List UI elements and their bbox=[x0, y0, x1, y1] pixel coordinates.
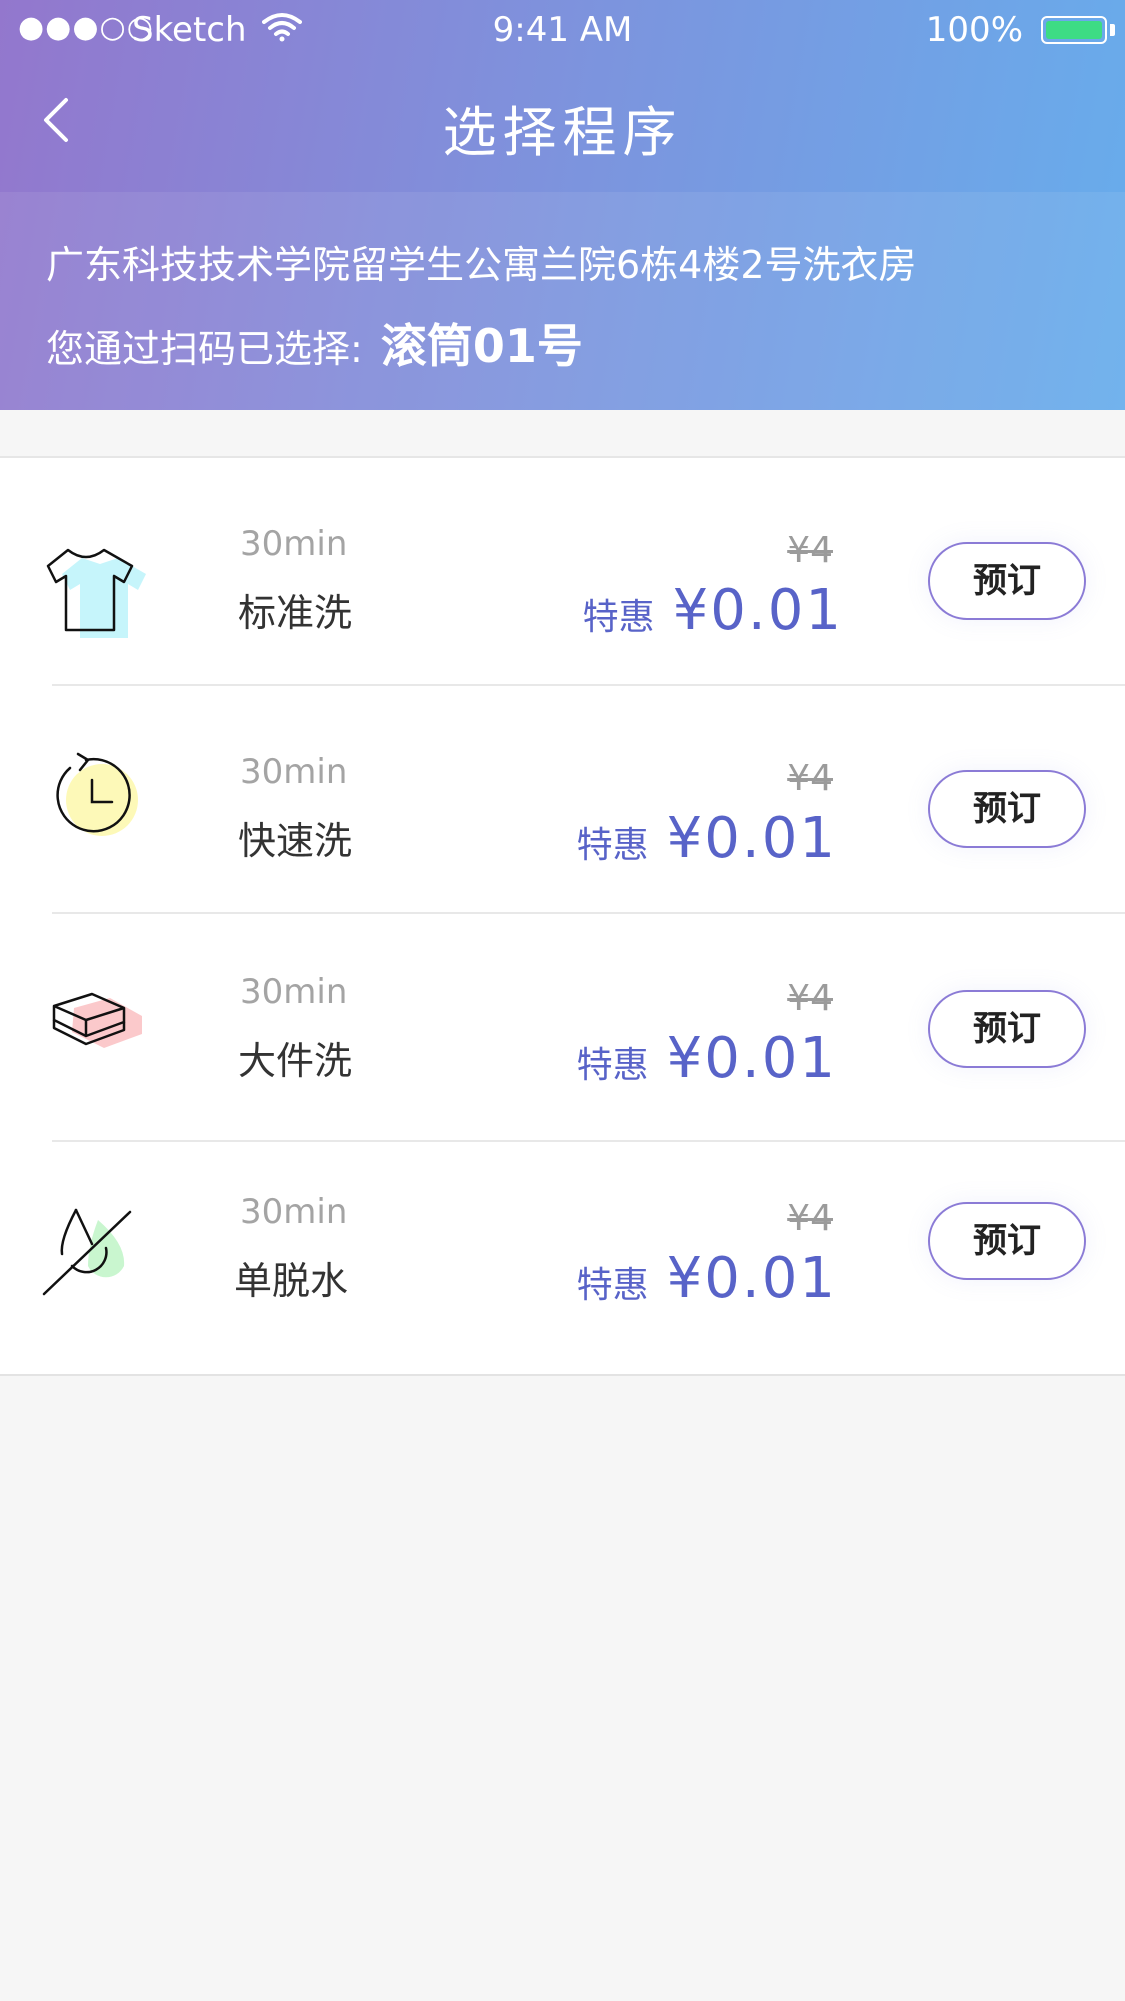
program-duration: 30min bbox=[240, 1192, 348, 1232]
program-duration: 30min bbox=[240, 524, 348, 564]
battery-percentage: 100% bbox=[925, 10, 1023, 50]
battery-tip bbox=[1110, 24, 1115, 36]
timer-icon bbox=[56, 752, 138, 836]
program-duration: 30min bbox=[240, 972, 348, 1012]
program-name: 标准洗 bbox=[238, 591, 353, 635]
promo-tag: 特惠 bbox=[576, 1265, 649, 1306]
navigation-bar: 选择程序 bbox=[0, 60, 1125, 190]
promo-tag: 特惠 bbox=[576, 1045, 649, 1086]
page-title: 选择程序 bbox=[442, 101, 683, 164]
program-name: 大件洗 bbox=[238, 1039, 353, 1083]
program-row-spin[interactable]: 30min 单脱水 ¥4 特惠 ¥0.01 预订 bbox=[0, 1142, 1125, 1374]
laundry-address: 广东科技技术学院留学生公寓兰院6栋4楼2号洗衣房 bbox=[46, 243, 917, 287]
program-row-standard[interactable]: 30min 标准洗 ¥4 特惠 ¥0.01 预订 bbox=[0, 458, 1125, 686]
program-list: 30min 标准洗 ¥4 特惠 ¥0.01 预订 30min 快速洗 ¥4 特惠 ¥… bbox=[0, 456, 1125, 1376]
promo-amount: ¥0.01 bbox=[666, 1026, 837, 1091]
original-price: ¥4 bbox=[787, 1198, 833, 1239]
promo-amount: ¥0.01 bbox=[666, 806, 837, 871]
original-price: ¥4 bbox=[787, 978, 833, 1019]
promo-price: 特惠 ¥0.01 bbox=[577, 1246, 837, 1311]
promo-tag: 特惠 bbox=[582, 597, 655, 638]
scan-prefix: 您通过扫码已选择: bbox=[46, 327, 363, 371]
spin-dry-icon bbox=[42, 1208, 132, 1296]
bedding-icon bbox=[52, 992, 142, 1048]
promo-price: 特惠 ¥0.01 bbox=[577, 806, 837, 871]
promo-amount: ¥0.01 bbox=[672, 578, 843, 643]
book-button[interactable]: 预订 bbox=[928, 770, 1086, 848]
tshirt-icon bbox=[46, 548, 146, 638]
original-price: ¥4 bbox=[787, 530, 833, 571]
header: ●●●○○ Sketch 9:41 AM 100% 选择程序 广东科技技术学院留… bbox=[0, 0, 1125, 410]
battery-icon bbox=[1041, 16, 1107, 44]
status-bar: ●●●○○ Sketch 9:41 AM 100% bbox=[0, 0, 1125, 60]
selected-machine: 滚筒01号 bbox=[380, 319, 583, 373]
book-button[interactable]: 预订 bbox=[928, 542, 1086, 620]
program-row-bulky[interactable]: 30min 大件洗 ¥4 特惠 ¥0.01 预订 bbox=[0, 914, 1125, 1142]
book-button[interactable]: 预订 bbox=[928, 990, 1086, 1068]
laundry-info-panel: 广东科技技术学院留学生公寓兰院6栋4楼2号洗衣房 您通过扫码已选择: 滚筒01号 bbox=[0, 192, 1125, 410]
promo-price: 特惠 ¥0.01 bbox=[577, 1026, 837, 1091]
program-duration: 30min bbox=[240, 752, 348, 792]
original-price: ¥4 bbox=[787, 758, 833, 799]
promo-price: 特惠 ¥0.01 bbox=[583, 578, 843, 643]
program-name: 单脱水 bbox=[234, 1259, 349, 1303]
book-button[interactable]: 预订 bbox=[928, 1202, 1086, 1280]
promo-tag: 特惠 bbox=[576, 825, 649, 866]
program-name: 快速洗 bbox=[238, 819, 353, 863]
program-row-quick[interactable]: 30min 快速洗 ¥4 特惠 ¥0.01 预订 bbox=[0, 686, 1125, 914]
selected-machine-line: 您通过扫码已选择: 滚筒01号 bbox=[46, 310, 583, 376]
promo-amount: ¥0.01 bbox=[666, 1246, 837, 1311]
